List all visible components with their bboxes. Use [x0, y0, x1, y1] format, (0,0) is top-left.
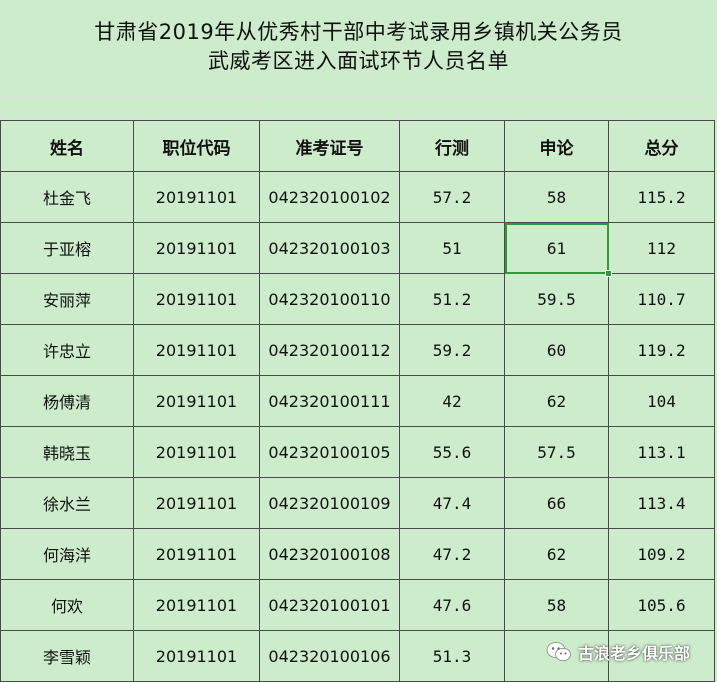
cell-name[interactable]: 于亚榕 [0, 222, 134, 274]
cell-total-score[interactable]: 109.2 [608, 528, 715, 580]
cell-essay-score[interactable]: 58 [504, 579, 609, 631]
cell-aptitude-score[interactable]: 55.6 [399, 426, 505, 478]
cell-name[interactable]: 徐水兰 [0, 477, 134, 529]
cell-total-score[interactable]: 119.2 [608, 324, 715, 376]
cell-position-code[interactable]: 20191101 [133, 630, 260, 682]
cell-position-code[interactable]: 20191101 [133, 426, 260, 478]
table-row: 许忠立 20191101 042320100112 59.2 60 119.2 [0, 324, 715, 376]
cell-total-score[interactable]: 113.4 [608, 477, 715, 529]
title-cell[interactable]: 甘肃省2019年从优秀村干部中考试录用乡镇机关公务员 武威考区进入面试环节人员名… [0, 0, 717, 96]
cell-exam-number[interactable]: 042320100101 [259, 579, 400, 631]
empty-cell[interactable] [608, 97, 717, 121]
cell-aptitude-score[interactable]: 47.4 [399, 477, 505, 529]
cell-exam-number[interactable]: 042320100108 [259, 528, 400, 580]
header-name[interactable]: 姓名 [0, 120, 134, 172]
cell-aptitude-score[interactable]: 51 [399, 222, 505, 274]
cell-name[interactable]: 何海洋 [0, 528, 134, 580]
cell-aptitude-score[interactable]: 47.2 [399, 528, 505, 580]
empty-cell[interactable] [0, 97, 133, 121]
cell-position-code[interactable]: 20191101 [133, 273, 260, 325]
cell-aptitude-score[interactable]: 47.6 [399, 579, 505, 631]
cell-position-code[interactable]: 20191101 [133, 324, 260, 376]
table-row: 杜金飞 20191101 042320100102 57.2 58 115.2 [0, 171, 715, 223]
cell-name[interactable]: 李雪颖 [0, 630, 134, 682]
watermark: 古浪老乡俱乐部 [546, 640, 690, 664]
cell-total-score[interactable]: 113.1 [608, 426, 715, 478]
cell-exam-number[interactable]: 042320100110 [259, 273, 400, 325]
table-row: 韩晓玉 20191101 042320100105 55.6 57.5 113.… [0, 426, 715, 478]
cell-exam-number[interactable]: 042320100103 [259, 222, 400, 274]
cell-position-code[interactable]: 20191101 [133, 528, 260, 580]
cell-exam-number[interactable]: 042320100109 [259, 477, 400, 529]
cell-exam-number[interactable]: 042320100112 [259, 324, 400, 376]
header-row: 姓名 职位代码 准考证号 行测 申论 总分 [0, 120, 715, 172]
empty-row[interactable] [0, 96, 717, 122]
header-aptitude-score[interactable]: 行测 [399, 120, 505, 172]
cell-position-code[interactable]: 20191101 [133, 375, 260, 427]
table-row: 何海洋 20191101 042320100108 47.2 62 109.2 [0, 528, 715, 580]
header-total-score[interactable]: 总分 [608, 120, 715, 172]
cell-name[interactable]: 何欢 [0, 579, 134, 631]
cell-total-score[interactable]: 104 [608, 375, 715, 427]
cell-essay-score[interactable]: 60 [504, 324, 609, 376]
watermark-text: 古浪老乡俱乐部 [578, 644, 691, 663]
cell-essay-score[interactable]: 58 [504, 171, 609, 223]
header-position-code[interactable]: 职位代码 [133, 120, 260, 172]
cell-name[interactable]: 杨傅清 [0, 375, 134, 427]
cell-exam-number[interactable]: 042320100102 [259, 171, 400, 223]
header-exam-number[interactable]: 准考证号 [259, 120, 400, 172]
cell-total-score[interactable]: 112 [608, 222, 715, 274]
cell-aptitude-score[interactable]: 51.2 [399, 273, 505, 325]
cell-position-code[interactable]: 20191101 [133, 222, 260, 274]
cell-total-score[interactable]: 110.7 [608, 273, 715, 325]
cell-value: 61 [546, 238, 567, 258]
empty-cell[interactable] [504, 97, 608, 121]
cell-aptitude-score[interactable]: 42 [399, 375, 505, 427]
table-row: 于亚榕 20191101 042320100103 51 61 112 [0, 222, 715, 277]
cell-position-code[interactable]: 20191101 [133, 579, 260, 631]
cell-aptitude-score[interactable]: 57.2 [399, 171, 505, 223]
cell-essay-score-selected[interactable]: 61 [504, 222, 612, 277]
empty-cell[interactable] [259, 97, 399, 121]
header-essay-score[interactable]: 申论 [504, 120, 609, 172]
table-row: 杨傅清 20191101 042320100111 42 62 104 [0, 375, 715, 427]
title-line-2: 武威考区进入面试环节人员名单 [208, 49, 509, 73]
table-row: 安丽萍 20191101 042320100110 51.2 59.5 110.… [0, 273, 715, 325]
cell-name[interactable]: 许忠立 [0, 324, 134, 376]
cell-essay-score[interactable]: 62 [504, 528, 609, 580]
cell-name[interactable]: 安丽萍 [0, 273, 134, 325]
cell-name[interactable]: 杜金飞 [0, 171, 134, 223]
candidate-table: 姓名 职位代码 准考证号 行测 申论 总分 杜金飞 20191101 04232… [0, 120, 715, 682]
empty-cell[interactable] [399, 97, 504, 121]
empty-cell[interactable] [133, 97, 259, 121]
wechat-icon [546, 641, 572, 663]
cell-exam-number[interactable]: 042320100111 [259, 375, 400, 427]
fill-handle[interactable] [605, 270, 612, 277]
cell-name[interactable]: 韩晓玉 [0, 426, 134, 478]
title-line-1: 甘肃省2019年从优秀村干部中考试录用乡镇机关公务员 [94, 20, 623, 44]
cell-total-score[interactable]: 105.6 [608, 579, 715, 631]
cell-aptitude-score[interactable]: 59.2 [399, 324, 505, 376]
cell-essay-score[interactable]: 59.5 [504, 273, 609, 325]
cell-essay-score[interactable]: 62 [504, 375, 609, 427]
table-row: 何欢 20191101 042320100101 47.6 58 105.6 [0, 579, 715, 631]
cell-aptitude-score[interactable]: 51.3 [399, 630, 505, 682]
cell-total-score[interactable]: 115.2 [608, 171, 715, 223]
cell-exam-number[interactable]: 042320100106 [259, 630, 400, 682]
cell-essay-score[interactable]: 66 [504, 477, 609, 529]
cell-essay-score[interactable]: 57.5 [504, 426, 609, 478]
table-row: 徐水兰 20191101 042320100109 47.4 66 113.4 [0, 477, 715, 529]
cell-position-code[interactable]: 20191101 [133, 171, 260, 223]
cell-exam-number[interactable]: 042320100105 [259, 426, 400, 478]
cell-position-code[interactable]: 20191101 [133, 477, 260, 529]
spreadsheet: 甘肃省2019年从优秀村干部中考试录用乡镇机关公务员 武威考区进入面试环节人员名… [0, 0, 717, 682]
